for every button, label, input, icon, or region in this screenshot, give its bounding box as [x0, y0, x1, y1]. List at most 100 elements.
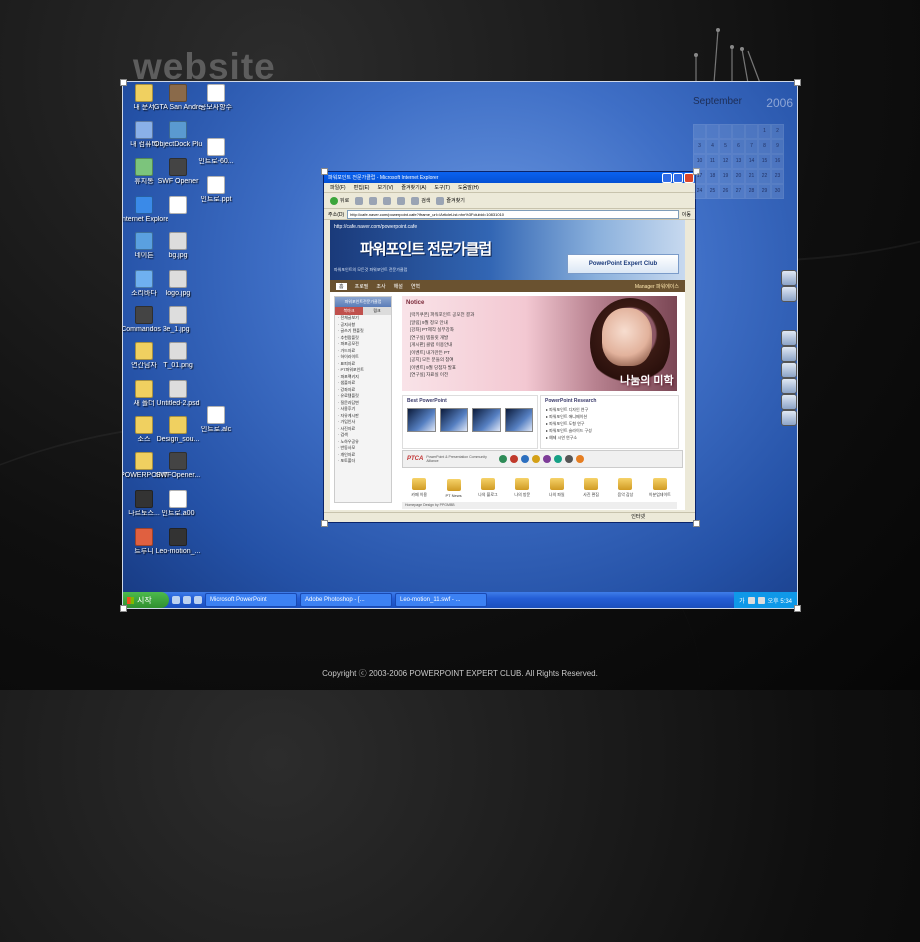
calendar-day[interactable]: 22	[758, 169, 771, 184]
calendar-day[interactable]: 25	[706, 184, 719, 199]
desktop-icon[interactable]: SWFOpener...	[154, 452, 202, 480]
calendar-day[interactable]: 29	[758, 184, 771, 199]
research-item[interactable]: ▸ 파워포인트 도형 연구	[541, 420, 678, 427]
calendar-day[interactable]: 17	[693, 169, 706, 184]
desktop-icon[interactable]: e_1.jpg	[154, 306, 202, 334]
nav-survey[interactable]: 조사	[376, 283, 385, 290]
dock-app-icon[interactable]	[781, 378, 797, 394]
calendar-day[interactable]: 7	[745, 139, 758, 154]
stop-button[interactable]	[369, 196, 378, 205]
refresh-button[interactable]	[383, 196, 392, 205]
calendar-day[interactable]: 20	[732, 169, 745, 184]
dock-app-icon[interactable]	[781, 394, 797, 410]
menu-help[interactable]: 도움말(H)	[458, 184, 479, 191]
orb-icon[interactable]	[510, 455, 519, 463]
notice-item[interactable]: [공지] 모든 분들의 참여	[410, 357, 540, 363]
tab-bookmark[interactable]: 북마크	[335, 307, 363, 315]
orb-icon[interactable]	[532, 455, 541, 463]
desktop-icon[interactable]: logo.jpg	[154, 270, 202, 298]
orb-icon[interactable]	[554, 455, 563, 463]
cafe-url[interactable]: http://cafe.naver.com/powerpoint.cafe	[334, 224, 417, 230]
calendar-day[interactable]: 23	[771, 169, 784, 184]
orb-icon[interactable]	[576, 455, 585, 463]
calendar-day[interactable]: 10	[693, 154, 706, 169]
back-button[interactable]: 뒤로	[330, 196, 349, 205]
browser-titlebar[interactable]: 파워포인트 전문가클럽 - Microsoft Internet Explore…	[324, 172, 695, 183]
resize-handle[interactable]	[120, 79, 127, 86]
desktop-icon[interactable]: 인트로.ppt	[192, 176, 240, 204]
quicklaunch-media-icon[interactable]	[194, 596, 202, 604]
quicklaunch-ie-icon[interactable]	[172, 596, 180, 604]
desktop-icon[interactable]: 인트로.alc	[192, 406, 240, 434]
orb-icon[interactable]	[499, 455, 508, 463]
home-button[interactable]	[397, 196, 406, 205]
desktop-icon[interactable]: 인트로-60...	[192, 138, 240, 166]
resize-handle[interactable]	[794, 605, 801, 612]
desktop-icon[interactable]: 공모사항수	[192, 84, 240, 112]
notice-item[interactable]: [럭키쿠폰] 파워포인트 공모전 결과	[410, 312, 540, 318]
menu-view[interactable]: 보기(V)	[377, 184, 393, 191]
calendar-day[interactable]: 18	[706, 169, 719, 184]
calendar-day[interactable]: 9	[771, 139, 784, 154]
dock-app-icon[interactable]	[781, 410, 797, 426]
calendar-day[interactable]: 11	[706, 154, 719, 169]
forward-button[interactable]	[355, 196, 364, 205]
quick-link[interactable]: 이분업데이트	[645, 478, 675, 498]
ptca-logo[interactable]: PTCA	[407, 456, 423, 462]
calendar-day[interactable]: 14	[745, 154, 758, 169]
calendar-day[interactable]: 15	[758, 154, 771, 169]
calendar-day[interactable]: 2	[771, 124, 784, 139]
dock-camera-icon[interactable]	[781, 270, 797, 286]
dock-app-icon[interactable]	[781, 346, 797, 362]
calendar-day[interactable]: 4	[706, 139, 719, 154]
quick-link[interactable]: 카페 이용	[404, 478, 434, 498]
notice-item[interactable]: [이벤트] 9월 당첨자 발표	[410, 365, 540, 371]
nav-home[interactable]: 홈	[336, 282, 347, 290]
orb-icon[interactable]	[565, 455, 574, 463]
calendar-day[interactable]: 21	[745, 169, 758, 184]
menu-file[interactable]: 파일(F)	[330, 184, 346, 191]
menu-favorites[interactable]: 즐겨찾기(A)	[401, 184, 426, 191]
menu-tools[interactable]: 도구(T)	[434, 184, 450, 191]
notice-item[interactable]: [강좌] PT제작 실무강좌	[410, 327, 540, 333]
notice-item[interactable]: [이벤트] 내가만든 PT	[410, 350, 540, 356]
thumbnail[interactable]	[407, 408, 436, 432]
quick-link[interactable]: 나의 블로그	[473, 478, 503, 498]
ime-indicator[interactable]: 가	[739, 596, 745, 605]
clock[interactable]: 오후 5:34	[768, 596, 792, 605]
nav-history[interactable]: 연혁	[411, 283, 420, 290]
resize-handle[interactable]	[693, 520, 700, 527]
go-button[interactable]: 이동	[682, 211, 691, 218]
dock-app-icon[interactable]	[781, 286, 797, 302]
resize-handle[interactable]	[794, 79, 801, 86]
desktop-icon[interactable]: T_01.png	[154, 342, 202, 370]
research-item[interactable]: ▸ 파워포인트 애니메이션	[541, 413, 678, 420]
research-item[interactable]: ▸ 파워포인트 슬라이드 구성	[541, 427, 678, 434]
tray-volume-icon[interactable]	[757, 596, 765, 604]
tray-network-icon[interactable]	[747, 596, 755, 604]
thumbnail[interactable]	[504, 408, 533, 432]
calendar-day[interactable]: 26	[719, 184, 732, 199]
task-swf[interactable]: Leo-motion_11.swf - ...	[395, 593, 487, 607]
start-button[interactable]: 시작	[123, 592, 169, 608]
quick-link[interactable]: PT News	[439, 479, 469, 498]
quick-link[interactable]: 나의 방문	[507, 478, 537, 498]
address-input[interactable]: http://cafe.naver.com/powerpoint.cafe?if…	[347, 209, 679, 219]
calendar-day[interactable]: 27	[732, 184, 745, 199]
nav-profile[interactable]: 프로필	[355, 283, 369, 290]
left-menu-item[interactable]: · 포토폴더	[335, 458, 391, 465]
quicklaunch-desktop-icon[interactable]	[183, 596, 191, 604]
resize-handle[interactable]	[321, 520, 328, 527]
desktop-icon[interactable]: 인트로.a00	[154, 490, 202, 518]
menu-edit[interactable]: 편집(E)	[354, 184, 370, 191]
desktop-icon[interactable]: bg.jpg	[154, 232, 202, 260]
notice-item[interactable]: [게시판] 클럽 이용안내	[410, 342, 540, 348]
research-item[interactable]: ▸ 파워포인트 디자인 연구	[541, 406, 678, 413]
calendar-day[interactable]: 30	[771, 184, 784, 199]
calendar-day[interactable]: 19	[719, 169, 732, 184]
tab-links[interactable]: 링크	[363, 307, 391, 315]
maximize-button[interactable]	[673, 172, 683, 183]
notice-item[interactable]: [알림] 9월 정모 안내	[410, 320, 540, 326]
task-photoshop[interactable]: Adobe Photoshop - [...	[300, 593, 392, 607]
calendar-day[interactable]: 5	[719, 139, 732, 154]
